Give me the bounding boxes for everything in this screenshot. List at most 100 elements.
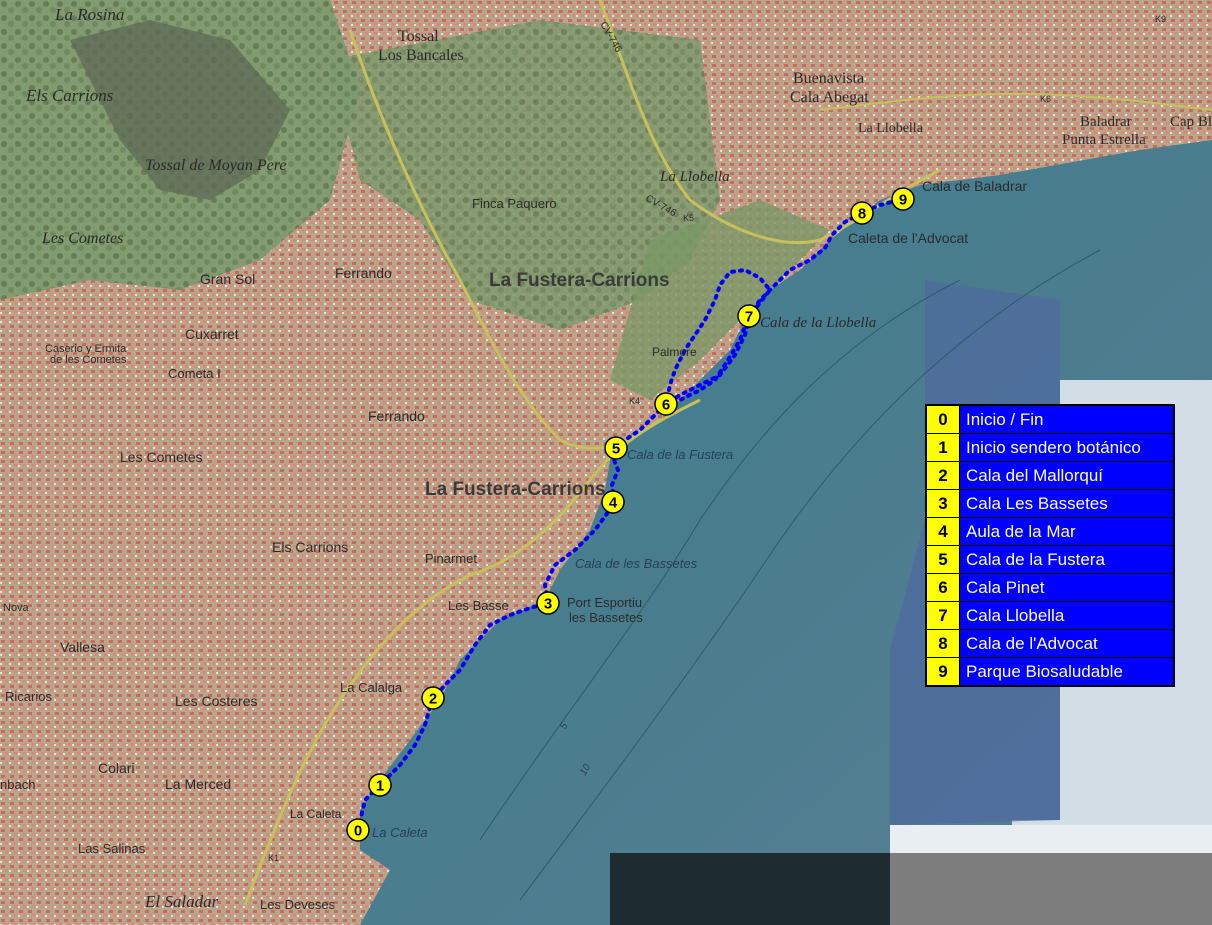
place-label: El Saladar xyxy=(144,892,219,911)
place-label: Les Deveses xyxy=(260,897,336,912)
water-label: Cala de la Fustera xyxy=(627,447,733,462)
legend-row: 5 Cala de la Fustera xyxy=(927,546,1173,574)
legend-label: Inicio / Fin xyxy=(966,409,1044,429)
legend-row: 6 Cala Pinet xyxy=(927,574,1173,602)
legend-number: 4 xyxy=(927,518,960,545)
place-label: La Caleta xyxy=(290,807,342,821)
place-label: de les Cometes xyxy=(50,354,127,366)
place-label: Las Salinas xyxy=(78,841,146,856)
waypoint-marker-3[interactable]: 3 xyxy=(536,591,560,615)
waypoint-number: 4 xyxy=(609,495,618,512)
waypoint-marker-6[interactable]: 6 xyxy=(654,392,678,416)
legend-number: 8 xyxy=(927,630,960,657)
road-label: K1 xyxy=(268,853,279,863)
legend-row: 0 Inicio / Fin xyxy=(927,406,1173,434)
place-label: Cuxarret xyxy=(185,326,239,342)
place-label: La Fustera-Carrions xyxy=(489,270,670,291)
waypoint-marker-9[interactable]: 9 xyxy=(891,187,915,211)
waypoint-number: 7 xyxy=(745,309,753,326)
legend-number: 3 xyxy=(927,490,960,517)
route-legend: 0 Inicio / Fin 1 Inicio sendero botánico 2… xyxy=(925,404,1175,687)
place-label: Les Cometes xyxy=(120,449,202,465)
road-label: K4 xyxy=(629,396,640,406)
legend-number: 9 xyxy=(927,658,960,685)
legend-number: 5 xyxy=(927,546,960,573)
place-label: Vallesa xyxy=(60,639,105,655)
water-label: Port Esportiu xyxy=(567,595,642,610)
waypoint-number: 3 xyxy=(544,596,552,613)
place-label: Els Carrions xyxy=(272,539,348,555)
place-label: Ferrando xyxy=(335,265,392,281)
waypoint-marker-4[interactable]: 4 xyxy=(601,490,625,514)
water-label: Cala de Baladrar xyxy=(922,178,1027,194)
place-label: La Merced xyxy=(165,776,231,792)
legend-number: 2 xyxy=(927,462,960,489)
place-label: La Calalga xyxy=(340,680,403,695)
legend-number: 1 xyxy=(927,434,960,461)
legend-row: 3 Cala Les Bassetes xyxy=(927,490,1173,518)
waypoint-marker-0[interactable]: 0 xyxy=(346,818,370,842)
place-label: Tossal de Moyan Pere xyxy=(145,157,286,174)
waypoint-number: 6 xyxy=(662,397,670,414)
legend-row: 9 Parque Biosaludable xyxy=(927,658,1173,685)
legend-number: 7 xyxy=(927,602,960,629)
place-label: La Rosina xyxy=(54,5,124,24)
waypoint-marker-5[interactable]: 5 xyxy=(604,436,628,460)
waypoint-marker-7[interactable]: 7 xyxy=(737,304,761,328)
road-label: K9 xyxy=(1155,14,1166,24)
legend-label: Cala del Mallorquí xyxy=(966,465,1104,485)
place-label: Cap Bl xyxy=(1170,114,1212,130)
water-label: La Caleta xyxy=(372,825,428,840)
waypoint-marker-2[interactable]: 2 xyxy=(421,686,445,710)
place-label: Gran Sol xyxy=(200,271,255,287)
place-label: La Llobella xyxy=(858,121,924,136)
waypoint-number: 0 xyxy=(354,823,362,840)
legend-label: Cala Les Bassetes xyxy=(966,493,1108,513)
waypoint-number: 9 xyxy=(899,192,907,209)
place-label: Les Costeres xyxy=(175,693,257,709)
place-label: La Fustera-Carrions xyxy=(425,479,606,500)
waypoint-marker-1[interactable]: 1 xyxy=(368,773,392,797)
road-label: K6 xyxy=(1040,94,1051,104)
waypoint-number: 2 xyxy=(429,691,437,708)
legend-label: Cala de la Fustera xyxy=(966,549,1105,569)
waypoint-number: 5 xyxy=(612,441,620,458)
place-label: Baladrar xyxy=(1080,114,1132,130)
place-label: Cala Abegat xyxy=(790,89,869,106)
water-label: Caleta de l'Advocat xyxy=(848,230,968,246)
waypoint-marker-8[interactable]: 8 xyxy=(850,201,874,225)
legend-label: Parque Biosaludable xyxy=(966,661,1123,681)
road-label: K5 xyxy=(683,213,694,223)
place-label: Palmore xyxy=(652,345,697,359)
imagery-patch-dark xyxy=(610,853,892,925)
imagery-patch-gray xyxy=(890,853,1212,925)
place-label: Colari xyxy=(98,760,135,776)
place-label: Les Basse xyxy=(448,598,509,613)
legend-label: Inicio sendero botánico xyxy=(966,437,1141,457)
place-label: Los Bancales xyxy=(378,47,464,64)
waypoint-number: 8 xyxy=(858,206,866,223)
place-label: Els Carrions xyxy=(25,86,114,105)
place-label: Ferrando xyxy=(368,408,425,424)
place-label: Ricarios xyxy=(5,689,52,704)
place-label: Les Cometes xyxy=(41,230,123,247)
water-label: les Bassetes xyxy=(569,610,643,625)
place-label: Finca Paquero xyxy=(472,196,557,211)
water-label: Cala de la Llobella xyxy=(760,315,876,331)
place-label: nbach xyxy=(0,777,35,792)
place-label: Tossal xyxy=(398,28,439,45)
place-label: La Llobella xyxy=(659,169,730,185)
place-label: Buenavista xyxy=(793,70,864,87)
legend-label: Aula de la Mar xyxy=(966,521,1076,541)
legend-label: Cala Llobella xyxy=(966,605,1065,625)
place-label: Cometa I xyxy=(168,366,221,381)
legend-label: Cala Pinet xyxy=(966,577,1045,597)
legend-number: 6 xyxy=(927,574,960,601)
legend-number: 0 xyxy=(927,406,960,433)
legend-row: 2 Cala del Mallorquí xyxy=(927,462,1173,490)
legend-row: 1 Inicio sendero botánico xyxy=(927,434,1173,462)
waypoint-number: 1 xyxy=(376,778,384,795)
place-label: Punta Estrella xyxy=(1062,132,1146,148)
legend-row: 8 Cala de l'Advocat xyxy=(927,630,1173,658)
place-label: Pinarmet xyxy=(425,551,477,566)
